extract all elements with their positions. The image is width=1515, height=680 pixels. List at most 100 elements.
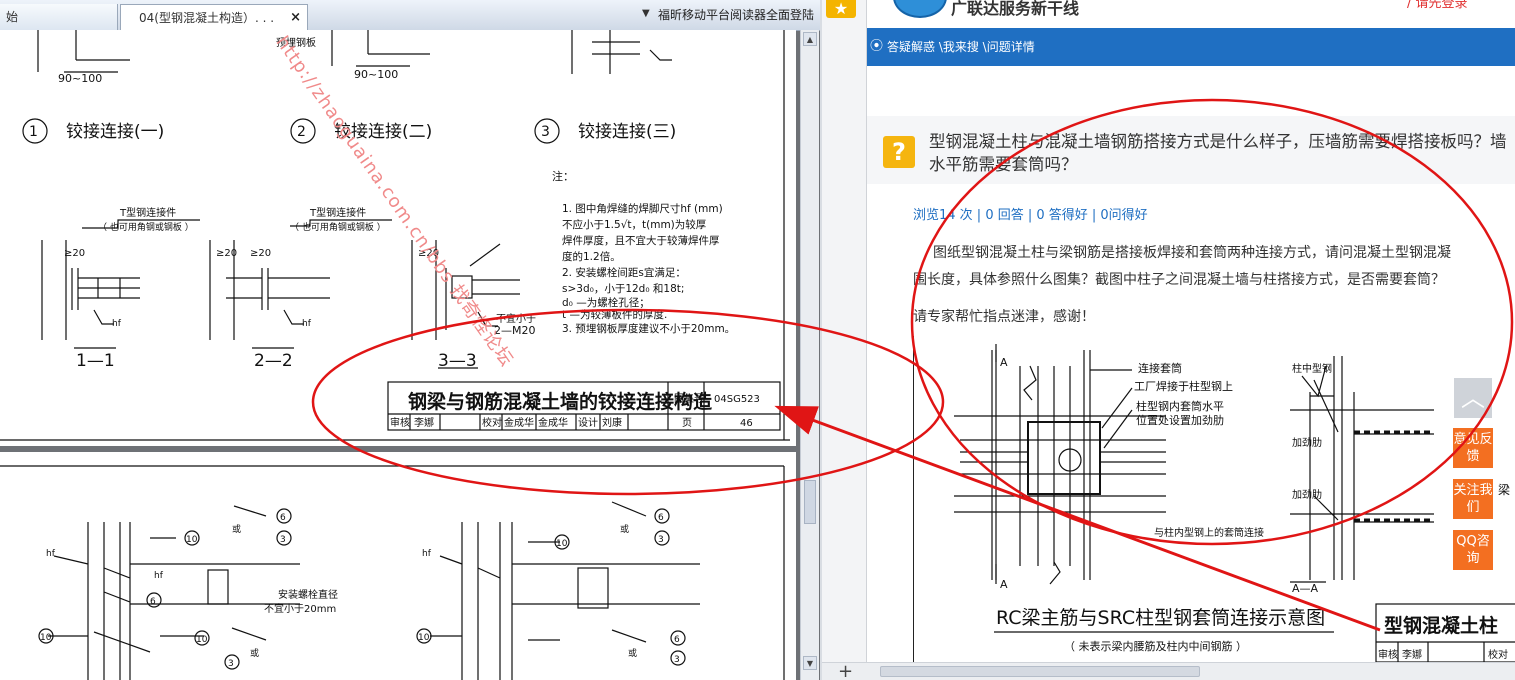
attachment-title-block: 型钢混凝土柱 [1384,614,1498,637]
pdf-reader-window: 始 04(型钢混凝土构造）. . . × ▼ 福昕移动平台阅读器全面登陆 90~… [0,0,820,680]
back-to-top-button[interactable]: ︿ [1454,378,1492,418]
connector-label: T型钢连接件 [309,206,366,219]
stiffener-label: 位置处设置加劲肋 [1136,413,1224,427]
drawing-detail-bottom: 6 3 10 6 3 10 10 6 3 10 10 6 3 或 或 或 或 h… [0,465,785,680]
question-header: ? 型钢混凝土柱与混凝土墙钢筋搭接方式是什么样子，压墙筋需要焊搭接板吗？墙水平筋… [867,116,1515,184]
title-block-title: 钢梁与钢筋混凝土墙的铰接连接构造 [408,390,713,413]
drawing-detail-top: 90~100 90~100 预埋钢板 1 2 3 铰接连接(一) 铰接连接(二)… [0,30,790,441]
circle-number: 3 [674,655,680,665]
detail-number: 2 [297,124,306,140]
scroll-up-icon[interactable]: ▲ [803,32,817,46]
tab-bar: 始 04(型钢混凝土构造）. . . × ▼ 福昕移动平台阅读器全面登陆 [0,0,820,31]
section-mark: A [1000,356,1008,369]
title-block-cell: 李娜 [1402,648,1422,661]
title-block-cell: 审核 [1378,648,1398,661]
note-line: 焊件厚度，且不宜大于较薄焊件厚 [562,234,720,247]
side-gutter: ★ [822,0,867,662]
note-line: s>3d₀，小于12d₀ 和18t; [562,283,684,295]
atlas-label: 图集号 [674,392,704,405]
bolt-label: 安装螺栓直径 [278,588,338,601]
section-label: 3—3 [438,351,477,371]
location-pin-icon: ⦿ [870,39,884,54]
title-block-cell: 校对 [1488,648,1508,661]
atlas-number: 04SG523 [714,394,760,405]
login-link[interactable]: / 请先登录 [1407,0,1468,11]
vertical-scrollbar[interactable]: ▲ ▼ [800,30,819,680]
circle-number: 6 [674,635,680,645]
plus-icon[interactable]: + [838,663,853,680]
or-label: 或 [232,523,241,535]
star-icon[interactable]: ★ [826,0,856,18]
connector-sublabel: （ 也可用角钢或钢板 ） [98,221,194,233]
note-line: d₀ —为螺栓孔径； [562,296,650,309]
question-icon: ? [883,136,915,168]
note-line: 不应小于1.5√t，t(mm)为较厚 [562,218,707,231]
weld-label: 工厂焊接于柱型钢上 [1134,379,1233,393]
beam-mark: 梁 [1498,482,1510,497]
question-stats[interactable]: 浏览14 次 | 0 回答 | 0 答得好 | 0问得好 [913,204,1148,223]
circle-number: 3 [658,535,664,545]
sleeve-connection-label: 与柱内型钢上的套筒连接 [1154,526,1264,539]
attachment-caption: RC梁主筋与SRC柱型钢套筒连接示意图 [996,607,1325,629]
circle-number: 3 [228,659,234,669]
note-line: 度的1.2倍。 [562,250,621,263]
weld-mark: hf [422,549,432,559]
stiffener-label: 柱型钢内套筒水平 [1136,399,1224,413]
page-content: 广联达服务新干线 / 请先登录 ⦿ 答疑解惑 \我来搜 \问题详情 ? 型钢混凝… [867,0,1515,663]
tab-label: 04(型钢混凝土构造）. . . [139,11,275,25]
title-block-cell: 金成华 [538,416,568,429]
question-title: 型钢混凝土柱与混凝土墙钢筋搭接方式是什么样子，压墙筋需要焊搭接板吗？墙水平筋需要… [929,132,1507,174]
note-line: 2. 安装螺栓间距s宜满足： [562,266,686,279]
dimension-label: 90~100 [58,72,102,85]
circle-number: 10 [40,633,52,643]
close-icon[interactable]: × [290,5,301,31]
feedback-button[interactable]: 意见反馈 [1453,428,1493,468]
or-label: 或 [250,647,259,659]
tab-start[interactable]: 始 [0,4,118,30]
detail-title: 铰接连接(三) [578,122,676,142]
sleeve-label: 连接套筒 [1138,361,1182,375]
weld-mark: hf [112,319,122,329]
horizontal-scrollbar[interactable]: + [822,662,1515,680]
circle-number: 10 [186,535,198,545]
scroll-thumb[interactable] [880,666,1200,677]
or-label: 或 [620,523,629,535]
promo-link[interactable]: 福昕移动平台阅读器全面登陆 [658,6,814,23]
chevron-down-icon[interactable]: ▼ [642,8,650,19]
title-block-cell: 校对 [482,416,502,429]
question-plea: 请专家帮忙指点迷津，感谢！ [913,309,1095,325]
browser-window: ★ 广联达服务新干线 / 请先登录 ⦿ 答疑解惑 \我来搜 \问题详情 ? 型钢… [822,0,1515,680]
attachment-image[interactable]: A A 连接套筒 工厂焊接于柱型钢上 柱型钢内套筒水平 位置处设置加劲肋 与柱内… [913,336,1515,663]
detail-number: 3 [541,124,550,140]
note-line: t —为较薄板件的厚度. [562,308,667,321]
body-line: 图纸型钢混凝土柱与梁钢筋是搭接板焊接和套筒两种连接方式，请问混凝土型钢混凝 [933,245,1451,261]
page-label: 页 [682,417,692,429]
bolt-label: 不宜小于20mm [264,602,336,615]
scroll-down-icon[interactable]: ▼ [803,656,817,670]
follow-us-button[interactable]: 关注我们 [1453,479,1493,519]
note-line: 1. 图中角焊缝的焊脚尺寸hf (mm) [562,202,723,215]
notes-title: 注： [552,169,574,183]
breadcrumb-text[interactable]: 答疑解惑 \我来搜 \问题详情 [887,28,1035,66]
circle-number: 6 [280,513,286,523]
tab-document[interactable]: 04(型钢混凝土构造）. . . × [120,4,308,30]
circle-number: 6 [150,597,156,607]
section-label: 1—1 [76,351,115,371]
section-label: 2—2 [254,351,293,371]
circle-number: 10 [556,539,568,549]
sleeve-connection-drawing: A A 连接套筒 工厂焊接于柱型钢上 柱型钢内套筒水平 位置处设置加劲肋 与柱内… [954,344,1515,663]
dimension-label: ≥20 [250,248,271,259]
qq-consult-button[interactable]: QQ咨询 [1453,530,1493,570]
dimension-label: ≥20 [216,248,237,259]
section-mark: A [1000,578,1008,591]
site-logo [893,0,947,18]
circle-number: 6 [658,513,664,523]
circle-number: 10 [196,635,208,645]
weld-mark: hf [302,319,312,329]
scroll-thumb[interactable] [804,480,816,524]
weld-mark: hf [154,571,164,581]
page-number: 46 [740,418,753,429]
connector-label: T型钢连接件 [119,206,176,219]
circle-number: 3 [280,535,286,545]
breadcrumb: ⦿ 答疑解惑 \我来搜 \问题详情 [867,28,1515,66]
